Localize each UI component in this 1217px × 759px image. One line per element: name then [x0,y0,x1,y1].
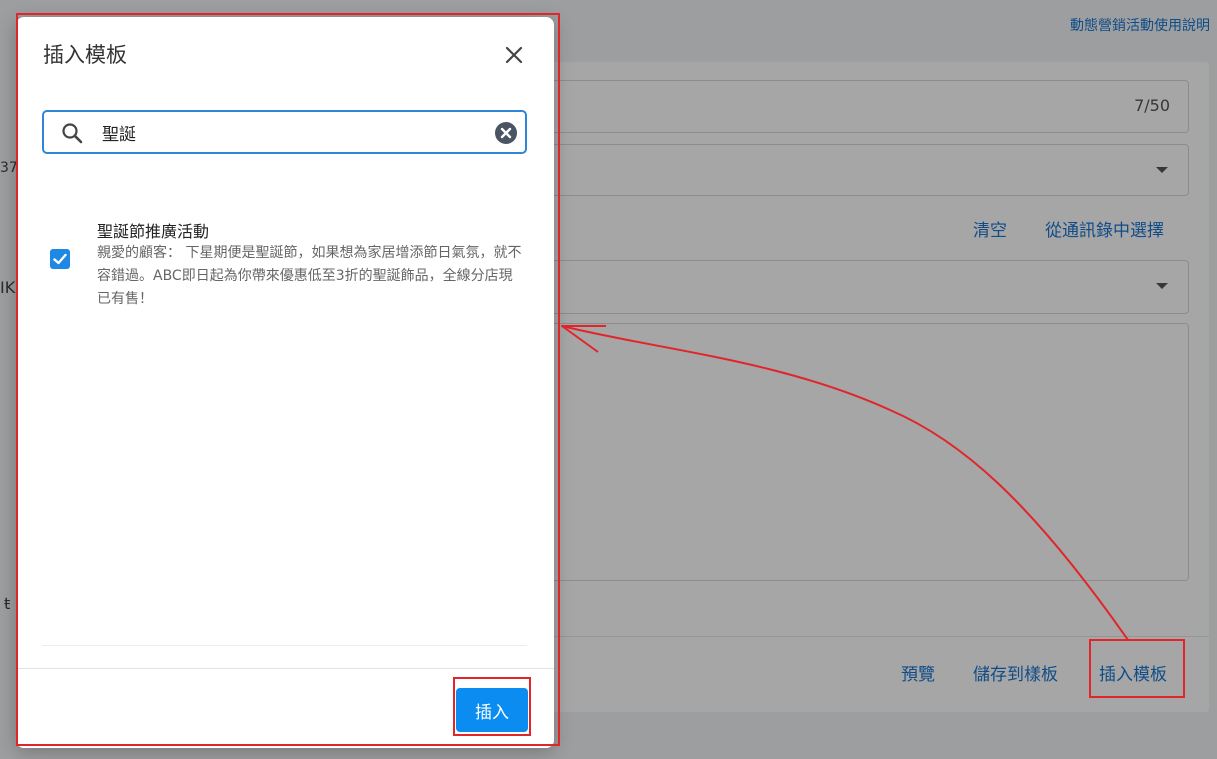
close-icon [505,46,523,64]
close-button[interactable] [500,41,528,69]
check-icon [53,253,67,265]
screen: 動態營銷活動使用說明 7/50 清空 從通訊錄中選擇 預覽 儲存到樣板 插入模板… [0,0,1217,759]
clear-search-icon[interactable] [494,121,518,145]
template-list-item[interactable]: 聖誕節推廣活動 親愛的顧客： 下星期便是聖誕節，如果想為家居增添節日氣氛，就不容… [42,212,527,312]
template-checkbox[interactable] [50,249,70,269]
search-input[interactable] [102,118,482,146]
search-icon [62,123,83,144]
insert-template-dialog: 插入模板 聖誕節推廣活 [16,17,554,748]
dialog-footer: 插入 [16,668,554,748]
search-box [42,110,527,154]
dialog-title: 插入模板 [43,43,127,67]
template-body: 親愛的顧客： 下星期便是聖誕節，如果想為家居增添節日氣氛，就不容錯過。ABC即日… [97,245,522,307]
divider [42,645,527,646]
insert-button[interactable]: 插入 [456,688,528,732]
template-title: 聖誕節推廣活動 [97,222,210,241]
